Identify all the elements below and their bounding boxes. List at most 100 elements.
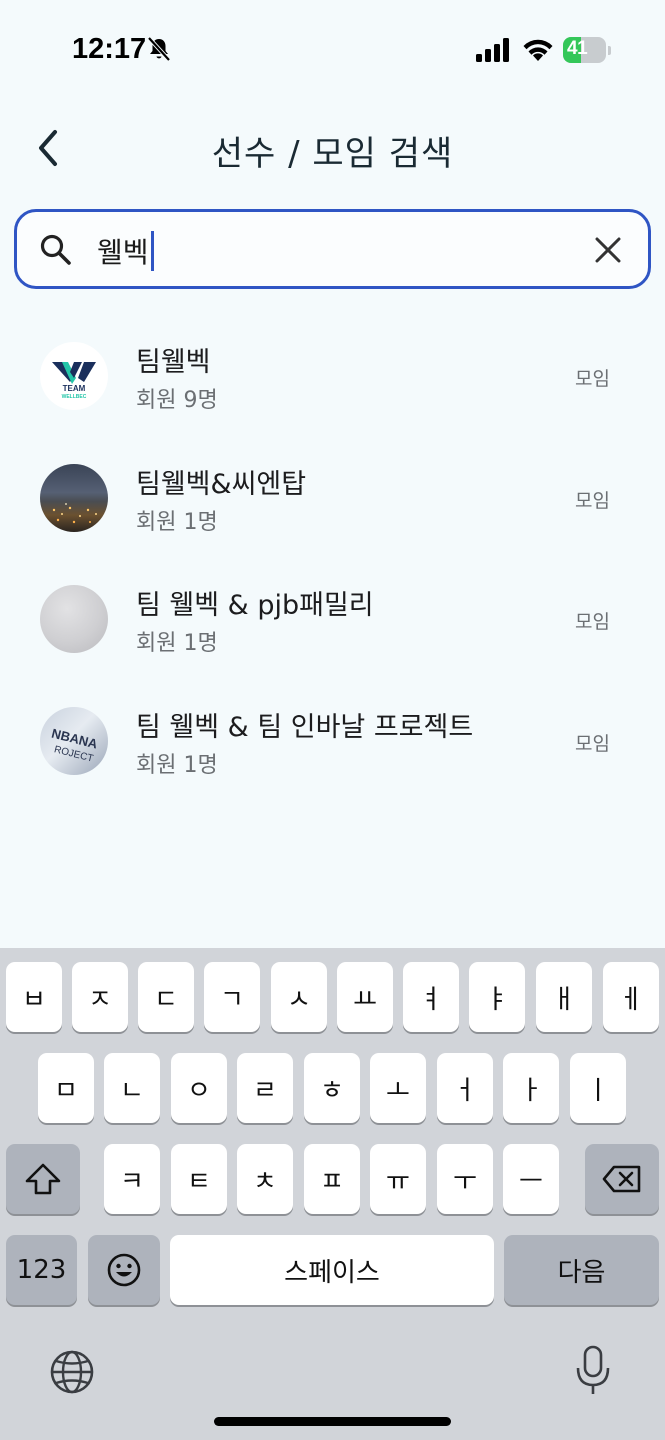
key-1-6[interactable]: ㅛ [337, 962, 393, 1032]
avatar-logo-text-1: TEAM [63, 384, 86, 393]
result-members: 회원 1명 [136, 631, 218, 656]
key-1-9[interactable]: ㅐ [536, 962, 592, 1032]
return-key[interactable]: 다음 [504, 1235, 659, 1305]
key-label: ㅡ [519, 1166, 543, 1197]
wifi-icon [523, 39, 553, 61]
result-item[interactable]: NBANA ROJECT 팀 웰벡 & 팀 인바날 프로젝트 회원 1명 모임 [0, 683, 665, 805]
search-results-list: TEAM WELLBEC 팀웰벡 회원 9명 모임 팀웰벡&씨엔탑 회원 1명 … [0, 318, 665, 804]
key-label: ㅈ [88, 984, 112, 1015]
battery-charging-icon: 41 [563, 37, 611, 63]
key-label: ㄴ [120, 1075, 144, 1106]
key-3-7[interactable]: ㅡ [503, 1144, 559, 1214]
result-name: 팀웰벡 [136, 347, 211, 378]
city-night-photo-avatar [40, 463, 108, 532]
search-field[interactable]: 웰벡 [14, 209, 651, 289]
key-label: ㅣ [586, 1075, 610, 1106]
inbanal-project-photo-avatar: NBANA ROJECT [40, 706, 108, 775]
key-1-2[interactable]: ㅈ [72, 962, 128, 1032]
key-2-6[interactable]: ㅗ [370, 1053, 426, 1123]
key-3-3[interactable]: ㅊ [237, 1144, 293, 1214]
key-1-1[interactable]: ㅂ [6, 962, 62, 1032]
key-label: ㅠ [386, 1166, 410, 1197]
key-label: ㅌ [187, 1166, 211, 1197]
key-label: ㅑ [485, 984, 509, 1015]
status-time: 12:17 [72, 33, 147, 65]
search-input[interactable]: 웰벡 [97, 231, 154, 271]
result-type: 모임 [575, 611, 610, 633]
key-label: ㅗ [386, 1075, 410, 1106]
result-members: 회원 9명 [136, 388, 218, 413]
key-3-4[interactable]: ㅍ [304, 1144, 360, 1214]
page-title: 선수 / 모임 검색 [211, 134, 454, 174]
key-2-1[interactable]: ㅁ [38, 1053, 94, 1123]
battery-percent: 41 [567, 38, 588, 59]
key-label: ㅕ [419, 984, 443, 1015]
key-2-8[interactable]: ㅏ [503, 1053, 559, 1123]
key-label: ㅇ [187, 1075, 211, 1106]
header: 선수 / 모임 검색 [0, 110, 665, 190]
key-1-3[interactable]: ㄷ [138, 962, 194, 1032]
key-label: ㅅ [287, 984, 311, 1015]
microphone-icon[interactable] [574, 1344, 612, 1398]
key-2-5[interactable]: ㅎ [304, 1053, 360, 1123]
key-1-5[interactable]: ㅅ [271, 962, 327, 1032]
result-type: 모임 [575, 368, 610, 390]
key-3-2[interactable]: ㅌ [171, 1144, 227, 1214]
home-indicator [214, 1417, 451, 1426]
key-label: ㅍ [320, 1166, 344, 1197]
key-3-5[interactable]: ㅠ [370, 1144, 426, 1214]
space-key[interactable]: 스페이스 [170, 1235, 494, 1305]
numbers-key-label: 123 [16, 1255, 67, 1285]
key-1-7[interactable]: ㅕ [403, 962, 459, 1032]
key-label: ㅋ [120, 1166, 144, 1197]
shift-icon [25, 1163, 61, 1195]
key-3-1[interactable]: ㅋ [104, 1144, 160, 1214]
status-bar: 12:17 41 [0, 0, 665, 100]
result-type: 모임 [575, 489, 610, 512]
key-label: ㅔ [619, 984, 643, 1015]
result-name: 팀 웰벡 & pjb패밀리 [136, 590, 374, 621]
result-item[interactable]: 팀웰벡&씨엔탑 회원 1명 모임 [0, 440, 665, 562]
key-2-2[interactable]: ㄴ [104, 1053, 160, 1123]
avatar-logo-text-2: WELLBEC [62, 394, 87, 400]
space-key-label: 스페이스 [284, 1257, 380, 1288]
key-2-3[interactable]: ㅇ [171, 1053, 227, 1123]
result-item[interactable]: TEAM WELLBEC 팀웰벡 회원 9명 모임 [0, 318, 665, 440]
key-label: ㅜ [453, 1166, 477, 1197]
search-input-value: 웰벡 [97, 236, 149, 269]
result-type: 모임 [575, 732, 610, 755]
keyboard: ㅂ ㅈ ㄷ ㄱ ㅅ ㅛ ㅕ ㅑ ㅐ ㅔ ㅁ ㄴ ㅇ ㄹ ㅎ ㅗ ㅓ ㅏ ㅣ ㅋ … [0, 948, 665, 1440]
key-1-4[interactable]: ㄱ [204, 962, 260, 1032]
key-label: ㅂ [22, 984, 46, 1015]
result-name: 팀 웰벡 & 팀 인바날 프로젝트 [136, 711, 474, 743]
backspace-icon [602, 1165, 641, 1193]
shift-key[interactable] [6, 1144, 80, 1214]
key-label: ㄱ [220, 984, 244, 1015]
text-caret [150, 231, 154, 271]
team-wellbeck-logo-avatar: TEAM WELLBEC [40, 342, 108, 410]
result-name: 팀웰벡&씨엔탑 [136, 468, 307, 500]
key-label: ㅊ [253, 1166, 277, 1197]
grey-blank-photo-avatar [40, 585, 108, 653]
return-key-label: 다음 [557, 1257, 606, 1288]
result-members: 회원 1명 [136, 752, 218, 778]
emoji-icon [107, 1253, 141, 1287]
emoji-key[interactable] [88, 1235, 160, 1305]
key-3-6[interactable]: ㅜ [437, 1144, 493, 1214]
key-label: ㅛ [353, 984, 377, 1015]
key-label: ㅐ [552, 984, 576, 1015]
key-label: ㅏ [519, 1075, 543, 1106]
key-label: ㅎ [320, 1075, 344, 1106]
key-2-4[interactable]: ㄹ [237, 1053, 293, 1123]
key-label: ㄹ [253, 1075, 277, 1106]
key-1-8[interactable]: ㅑ [469, 962, 525, 1032]
globe-icon[interactable] [48, 1348, 96, 1396]
key-2-9[interactable]: ㅣ [570, 1053, 626, 1123]
numbers-key[interactable]: 123 [6, 1235, 77, 1305]
result-item[interactable]: 팀 웰벡 & pjb패밀리 회원 1명 모임 [0, 561, 665, 683]
close-icon[interactable] [592, 234, 624, 266]
backspace-key[interactable] [585, 1144, 659, 1214]
key-2-7[interactable]: ㅓ [437, 1053, 493, 1123]
key-1-10[interactable]: ㅔ [603, 962, 659, 1032]
signal-icon [476, 38, 509, 62]
